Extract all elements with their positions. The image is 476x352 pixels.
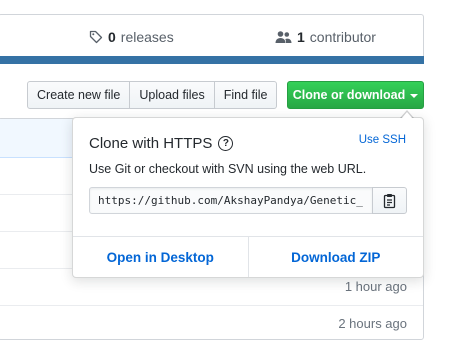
clone-title: Clone with HTTPS ? [89,135,234,152]
contributors-label: contributor [309,29,376,45]
upload-files-button[interactable]: Upload files [129,81,215,109]
releases-label: releases [120,29,174,45]
clone-actions: Open in Desktop Download ZIP [73,236,423,277]
caret-down-icon [410,94,419,98]
clone-dropdown: Clone with HTTPS ? Use SSH Use Git or ch… [72,110,424,278]
question-icon[interactable]: ? [218,136,234,151]
language-bar[interactable] [0,56,424,64]
open-in-desktop-button[interactable]: Open in Desktop [73,237,248,277]
file-age: 2 hours ago [338,316,407,331]
create-new-file-button[interactable]: Create new file [27,81,131,109]
releases-link[interactable]: 0 releases [89,29,174,45]
copy-to-clipboard-button[interactable] [372,187,407,214]
people-icon [275,31,292,43]
clone-title-text: Clone with HTTPS [89,135,213,152]
clone-url-group [89,187,407,214]
file-nav-buttons: Create new file Upload files Find file [27,81,278,109]
contributors-link[interactable]: 1 contributor [275,29,376,45]
table-row[interactable]: 2 hours ago [0,306,423,339]
releases-count: 0 [108,29,116,45]
clipboard-icon [383,193,395,208]
find-file-button[interactable]: Find file [213,81,278,109]
use-ssh-link[interactable]: Use SSH [359,134,406,146]
clone-description: Use Git or checkout with SVN using the w… [89,162,367,176]
contributors-count: 1 [297,29,305,45]
clone-url-input[interactable] [89,187,373,214]
repo-summary: 0 releases 1 contributor [0,14,424,56]
tag-icon [89,30,103,44]
clone-or-download-label: Clone or download [292,88,406,102]
download-zip-button[interactable]: Download ZIP [247,237,424,277]
file-age: 1 hour ago [344,279,407,294]
